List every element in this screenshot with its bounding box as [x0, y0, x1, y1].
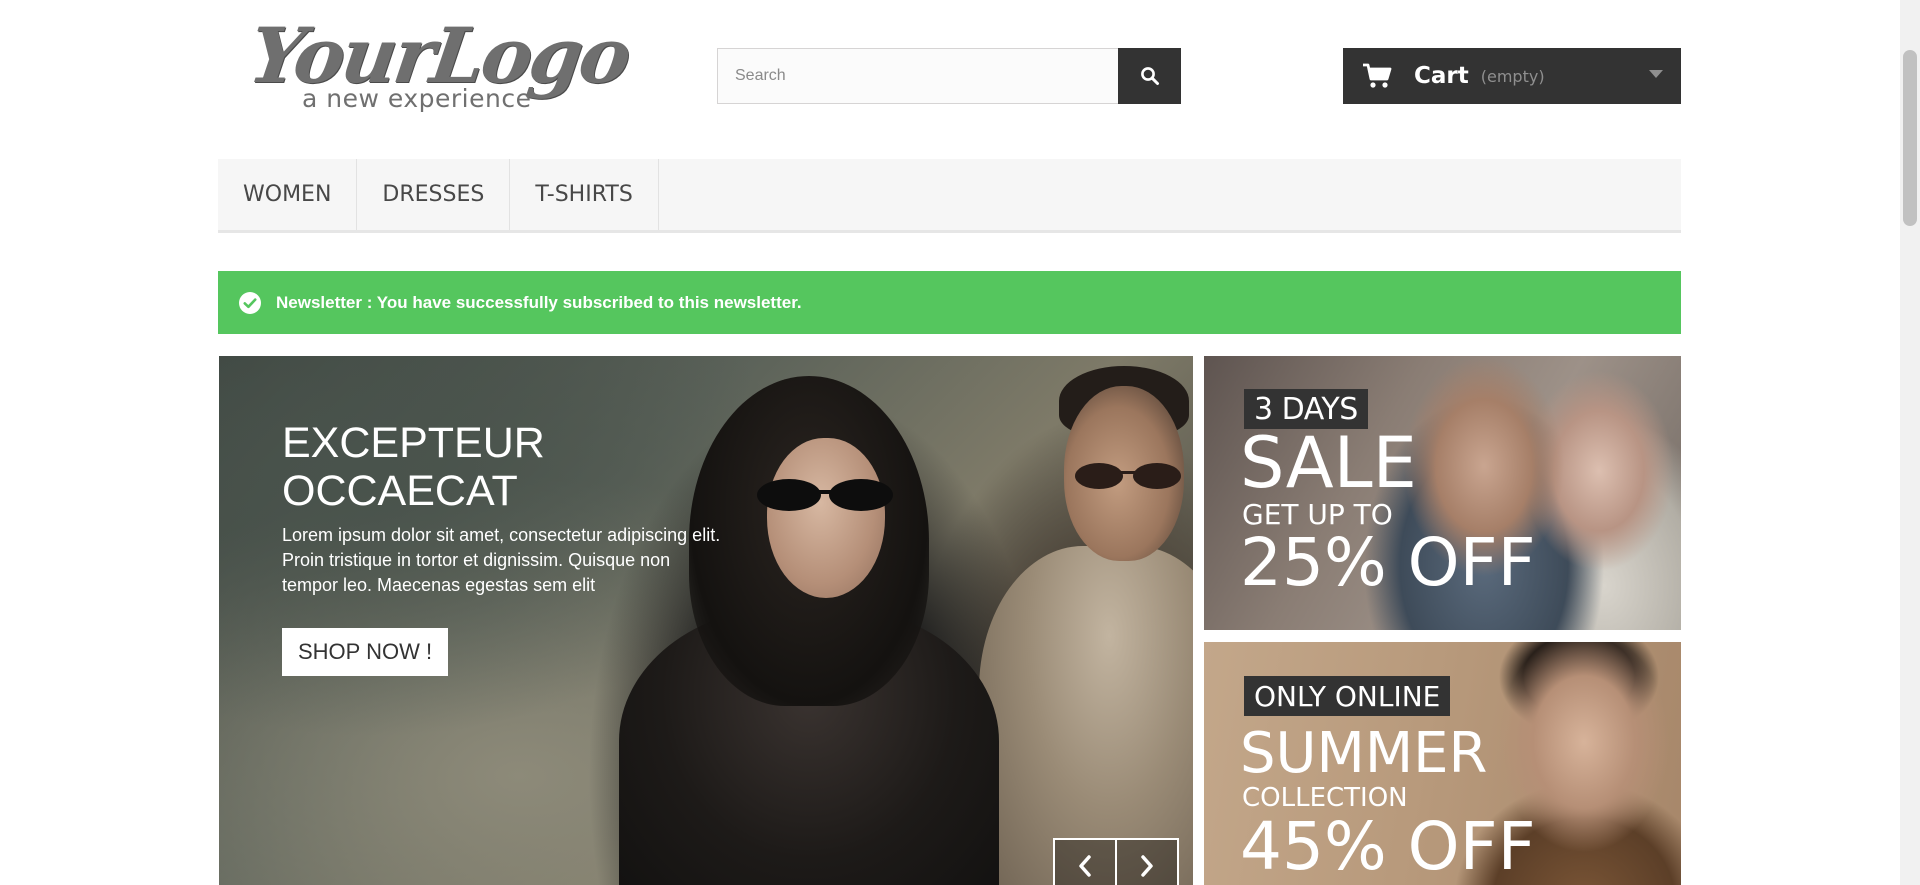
- search-button[interactable]: [1118, 48, 1181, 104]
- promo-banner-summer[interactable]: ONLY ONLINE SUMMER COLLECTION 45% OFF: [1204, 642, 1681, 885]
- search-form: [717, 48, 1181, 104]
- alert-message: Newsletter : You have successfully subsc…: [276, 292, 802, 312]
- logo-tagline: a new experience: [302, 84, 532, 113]
- chevron-right-icon: [1141, 855, 1153, 877]
- sunglasses-icon: [1075, 463, 1181, 489]
- store-logo[interactable]: YourLogo a new experience: [244, 11, 634, 114]
- menu-item-t-shirts[interactable]: T-SHIRTS: [510, 159, 659, 230]
- hero-slide[interactable]: EXCEPTEUR OCCAECAT Lorem ipsum dolor sit…: [219, 356, 1193, 885]
- menu-item-dresses[interactable]: DRESSES: [357, 159, 511, 230]
- caret-down-icon[interactable]: [1649, 70, 1663, 78]
- slider-prev-button[interactable]: [1053, 838, 1117, 885]
- menu-item-women[interactable]: WOMEN: [218, 159, 358, 230]
- page-scrollbar-thumb[interactable]: [1903, 50, 1917, 226]
- newsletter-success-alert: Newsletter : You have successfully subsc…: [218, 271, 1681, 334]
- banner-discount: 25% OFF: [1240, 524, 1536, 601]
- hero-photo-man-body: [979, 546, 1193, 885]
- check-circle-icon: [239, 291, 261, 314]
- banner-discount: 45% OFF: [1240, 808, 1536, 885]
- search-icon: [1140, 67, 1159, 85]
- hero-photo-woman-face: [767, 438, 885, 598]
- cart-status: (empty): [1480, 66, 1545, 86]
- search-input[interactable]: [717, 48, 1118, 104]
- shopping-cart-icon: [1362, 62, 1394, 90]
- cart-label: Cart: [1414, 63, 1469, 89]
- sunglasses-icon: [757, 479, 893, 511]
- shop-page: YourLogo a new experience Cart (empty) W…: [0, 0, 1920, 885]
- hero-title: EXCEPTEUR OCCAECAT: [282, 419, 545, 515]
- banner-headline: SALE: [1240, 422, 1417, 504]
- banner-headline: SUMMER: [1240, 721, 1488, 786]
- promo-banner-sale[interactable]: 3 DAYS SALE GET UP TO 25% OFF: [1204, 356, 1681, 630]
- hero-description: Lorem ipsum dolor sit amet, consectetur …: [282, 525, 721, 595]
- cart-button[interactable]: Cart (empty): [1343, 48, 1681, 104]
- main-menu: WOMEN DRESSES T-SHIRTS: [218, 159, 1681, 233]
- banner-badge: ONLY ONLINE: [1244, 676, 1451, 716]
- shop-now-button[interactable]: SHOP NOW !: [282, 628, 449, 676]
- slider-next-button[interactable]: [1115, 838, 1179, 885]
- chevron-left-icon: [1079, 855, 1091, 877]
